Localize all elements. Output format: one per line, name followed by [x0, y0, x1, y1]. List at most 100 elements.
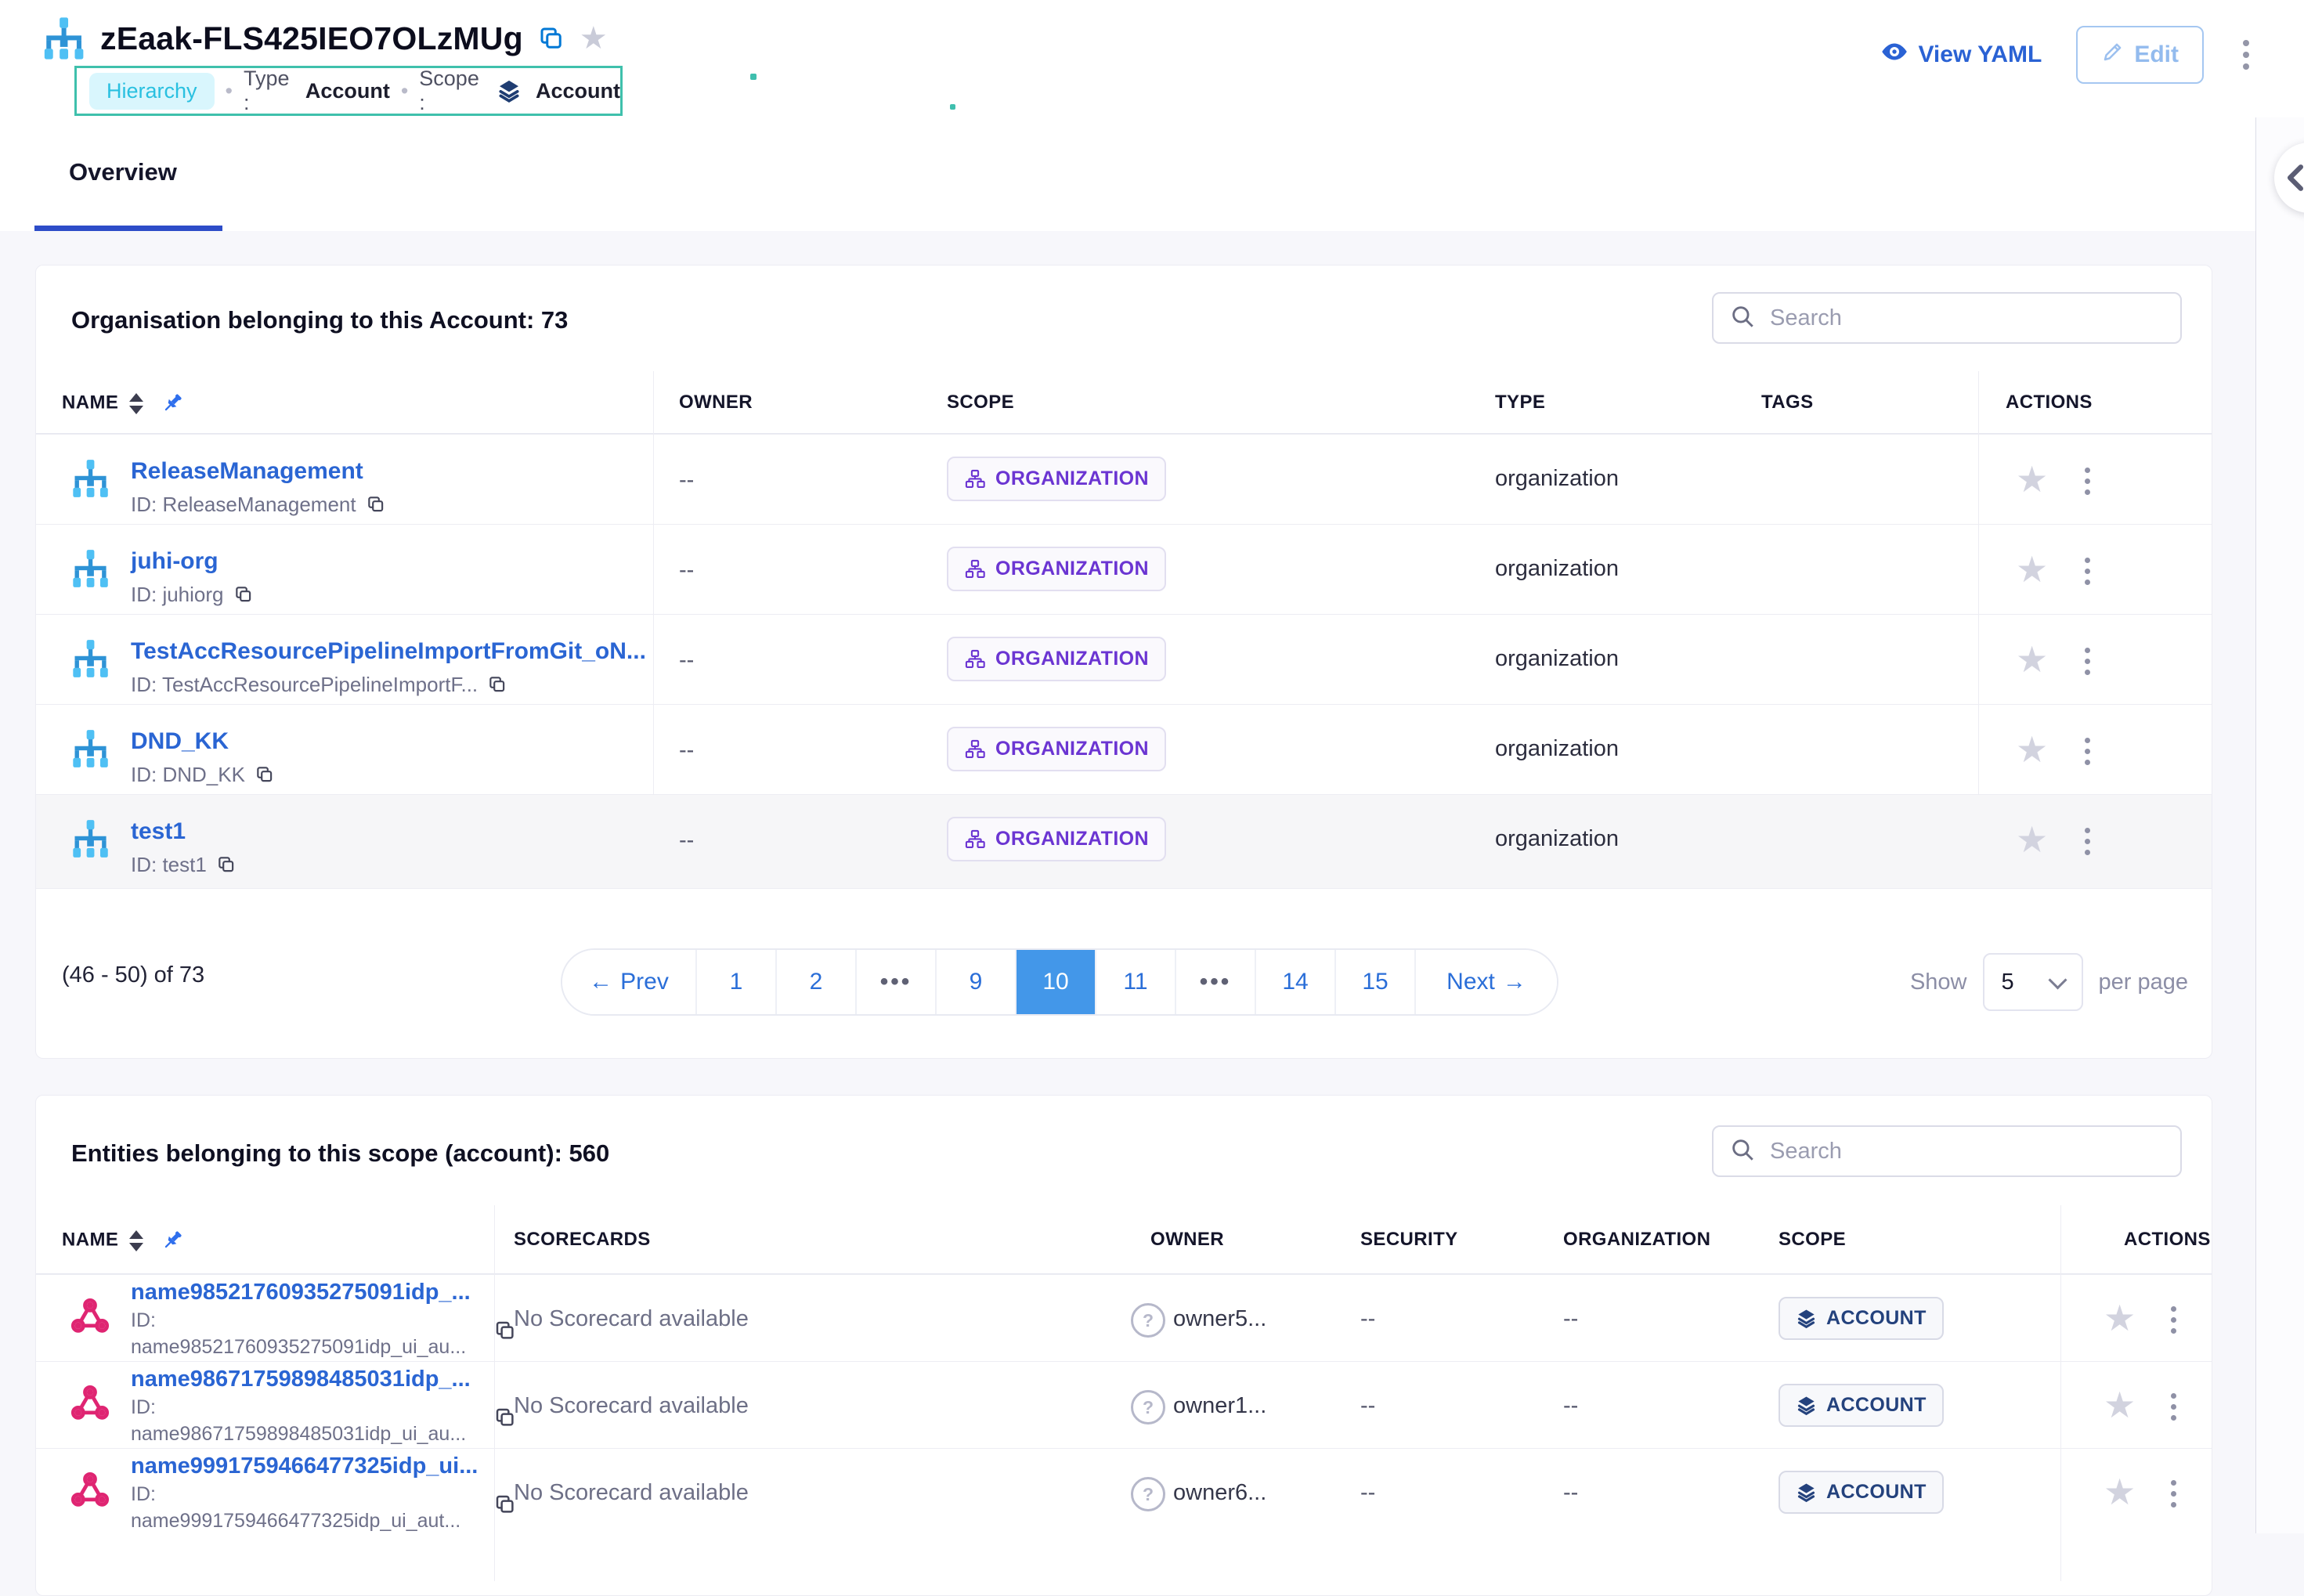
column-actions: ACTIONS — [2124, 1229, 2211, 1251]
search-input[interactable] — [1768, 305, 2147, 332]
entity-name-link[interactable]: name98521760935275091idp_... — [131, 1280, 471, 1305]
page-button-15[interactable]: 15 — [1334, 950, 1414, 1014]
favorite-star-icon[interactable]: ★ — [2016, 551, 2048, 587]
organization-id: ID: test1 — [131, 853, 237, 877]
page-size-select[interactable]: 5 — [1983, 953, 2083, 1011]
copy-icon[interactable] — [366, 494, 386, 515]
page-button-11[interactable]: 11 — [1095, 950, 1175, 1014]
organization-hierarchy-icon — [70, 818, 110, 863]
pin-icon[interactable] — [161, 1229, 184, 1252]
organization-hierarchy-icon — [70, 638, 110, 683]
scorecards-value: No Scorecard available — [514, 1306, 749, 1332]
organization-name-link[interactable]: DND_KK — [131, 728, 229, 755]
entities-search[interactable] — [1712, 1125, 2182, 1177]
favorite-star-icon[interactable]: ★ — [2016, 641, 2048, 677]
favorite-star-icon[interactable]: ★ — [2016, 731, 2048, 767]
idp-service-icon — [70, 1297, 110, 1341]
collapse-panel-button[interactable] — [2274, 143, 2304, 213]
search-icon — [1729, 303, 1756, 334]
table-row[interactable]: name98671759898485031idp_... ID: name986… — [36, 1361, 2212, 1448]
organisations-card: Organisation belonging to this Account: … — [35, 265, 2212, 1059]
tab-overview[interactable]: Overview — [69, 158, 177, 186]
table-row[interactable]: test1 ID: test1 -- ORGANIZATION organiza… — [36, 794, 2212, 888]
organization-name-link[interactable]: juhi-org — [131, 548, 218, 575]
row-menu-icon[interactable] — [2082, 554, 2093, 588]
column-name[interactable]: NAME — [62, 392, 184, 415]
scope-badge: ORGANIZATION — [947, 547, 1166, 591]
column-tags: TAGS — [1761, 392, 1814, 413]
page-size-control: Show 5 per page — [1910, 953, 2188, 1011]
table-row[interactable]: name9991759466477325idp_ui... ID: name99… — [36, 1448, 2212, 1535]
per-page-label: per page — [2099, 970, 2189, 995]
pin-icon[interactable] — [161, 392, 184, 415]
row-menu-icon[interactable] — [2168, 1390, 2179, 1424]
favorite-star-icon[interactable]: ★ — [2104, 1300, 2136, 1336]
entity-name-link[interactable]: name9991759466477325idp_ui... — [131, 1453, 478, 1479]
edit-button[interactable]: Edit — [2076, 26, 2204, 84]
row-menu-icon[interactable] — [2082, 825, 2093, 858]
copy-icon[interactable] — [537, 24, 565, 52]
organization-name-link[interactable]: test1 — [131, 818, 186, 845]
page-button-10-active[interactable]: 10 — [1015, 950, 1095, 1014]
sort-icon[interactable] — [129, 393, 143, 414]
favorite-star-icon[interactable]: ★ — [2016, 821, 2048, 858]
scorecards-value: No Scorecard available — [514, 1393, 749, 1419]
chevron-left-icon — [2284, 163, 2304, 193]
organisations-search[interactable] — [1712, 292, 2182, 344]
organization-name-link[interactable]: TestAccResourcePipelineImportFromGit_oN.… — [131, 638, 646, 665]
table-row[interactable]: TestAccResourcePipelineImportFromGit_oN.… — [36, 614, 2212, 704]
owner-value: owner6... — [1173, 1480, 1266, 1506]
chevron-down-icon — [2048, 970, 2067, 989]
page-button-14[interactable]: 14 — [1255, 950, 1334, 1014]
page-button-9[interactable]: 9 — [935, 950, 1015, 1014]
table-bottom-border — [36, 888, 2212, 889]
table-row[interactable]: ReleaseManagement ID: ReleaseManagement … — [36, 434, 2212, 524]
sort-icon[interactable] — [129, 1230, 143, 1251]
entity-name-link[interactable]: name98671759898485031idp_... — [131, 1367, 471, 1392]
copy-icon[interactable] — [233, 584, 254, 605]
favorite-star-icon[interactable]: ★ — [2016, 461, 2048, 497]
organization-hierarchy-icon — [70, 728, 110, 773]
favorite-star-icon[interactable]: ★ — [2104, 1387, 2136, 1423]
row-menu-icon[interactable] — [2082, 645, 2093, 678]
scope-badge: ACCOUNT — [1779, 1471, 1944, 1514]
column-name[interactable]: NAME — [62, 1229, 184, 1252]
favorite-star-icon[interactable]: ★ — [2104, 1474, 2136, 1510]
separator-dot: • — [401, 79, 408, 103]
organization-value: -- — [1563, 1306, 1578, 1332]
table-row[interactable]: DND_KK ID: DND_KK -- ORGANIZATION organi… — [36, 704, 2212, 794]
account-layers-icon — [1796, 1395, 1817, 1416]
organization-icon — [964, 648, 986, 670]
favorite-star-icon[interactable]: ★ — [580, 23, 608, 54]
row-menu-icon[interactable] — [2082, 464, 2093, 498]
table-row[interactable]: juhi-org ID: juhiorg -- ORGANIZATION org… — [36, 524, 2212, 614]
next-page-button[interactable]: Next→ — [1414, 950, 1557, 1014]
row-menu-icon[interactable] — [2082, 735, 2093, 768]
header-menu-icon[interactable] — [2238, 35, 2254, 74]
copy-icon[interactable] — [255, 764, 275, 785]
organization-hierarchy-icon — [70, 548, 110, 593]
search-input[interactable] — [1768, 1138, 2147, 1165]
entity-id-label: ID: — [131, 1396, 156, 1419]
row-menu-icon[interactable] — [2168, 1303, 2179, 1337]
account-layers-icon — [1796, 1482, 1817, 1503]
column-actions: ACTIONS — [2006, 392, 2093, 413]
scope-badge: ORGANIZATION — [947, 457, 1166, 501]
table-row[interactable]: name98521760935275091idp_... ID: name985… — [36, 1274, 2212, 1361]
tab-bar: Overview — [0, 117, 2255, 231]
type-value: organization — [1495, 556, 1619, 582]
organization-name-link[interactable]: ReleaseManagement — [131, 458, 363, 485]
page-button-1[interactable]: 1 — [695, 950, 775, 1014]
organization-icon — [964, 468, 986, 490]
row-menu-icon[interactable] — [2168, 1477, 2179, 1511]
prev-page-button[interactable]: ←Prev — [562, 950, 695, 1014]
copy-icon[interactable] — [487, 674, 507, 695]
organization-id: ID: ReleaseManagement — [131, 493, 386, 517]
security-value: -- — [1360, 1393, 1375, 1419]
copy-icon[interactable] — [216, 854, 237, 875]
view-yaml-button[interactable]: View YAML — [1880, 38, 2042, 72]
page-ellipsis: ••• — [1175, 950, 1255, 1014]
page-button-2[interactable]: 2 — [775, 950, 855, 1014]
scope-badge: ORGANIZATION — [947, 727, 1166, 771]
page-title: zEaak-FLS425IEO7OLzMUg — [100, 20, 523, 57]
